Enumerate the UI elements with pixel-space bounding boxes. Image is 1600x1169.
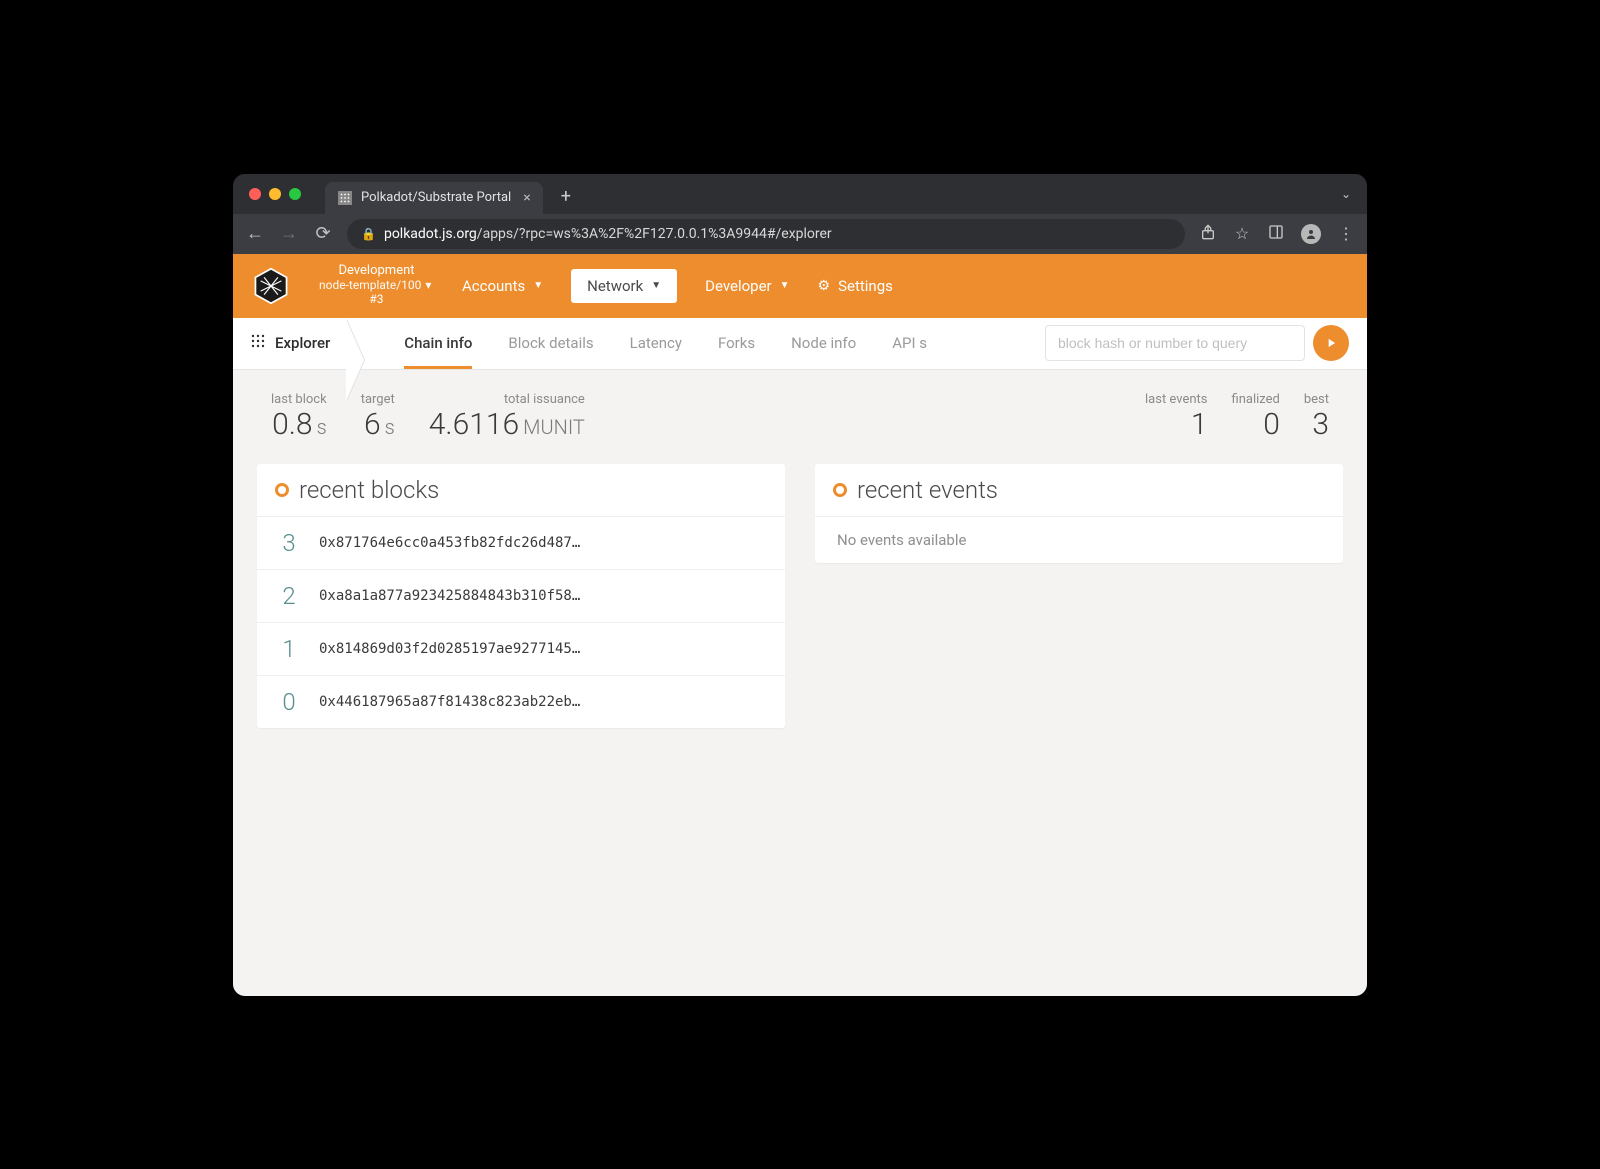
breadcrumb[interactable]: Explorer [251,334,354,352]
search-go-button[interactable] [1313,325,1349,361]
block-row[interactable]: 3 0x871764e6cc0a453fb82fdc26d487… [257,517,785,570]
menu-icon[interactable]: ⋮ [1337,224,1355,243]
chevron-down-icon: ▼ [533,280,543,291]
window-close-button[interactable] [249,188,261,200]
favicon-icon [337,190,353,206]
tab-block-details[interactable]: Block details [508,318,593,369]
stat-target: target 6s [361,392,395,442]
new-tab-button[interactable]: + [561,186,571,207]
block-row[interactable]: 1 0x814869d03f2d0285197ae9277145… [257,623,785,676]
chevron-down-icon: ▾ [425,279,431,293]
block-row[interactable]: 2 0xa8a1a877a923425884843b310f58… [257,570,785,623]
empty-state: No events available [815,517,1343,563]
chevron-down-icon: ▼ [651,280,661,291]
url-text: polkadot.js.org/apps/?rpc=ws%3A%2F%2F127… [384,226,832,242]
sub-tabs: Chain info Block details Latency Forks N… [404,318,927,369]
forward-button[interactable]: → [279,223,299,244]
chevron-down-icon: ▼ [780,280,790,291]
block-hash: 0x871764e6cc0a453fb82fdc26d487… [319,535,580,551]
bookmark-icon[interactable]: ☆ [1233,224,1251,243]
app-body: Development node-template/100 ▾ #3 Accoun… [233,254,1367,996]
card-header: recent events [815,464,1343,517]
panel-icon[interactable] [1267,224,1285,244]
tab-node-info[interactable]: Node info [791,318,856,369]
tab-forks[interactable]: Forks [718,318,755,369]
play-icon [1324,336,1338,350]
browser-window: Polkadot/Substrate Portal × + ⌄ ← → ⟳ 🔒 … [233,174,1367,996]
block-hash: 0x446187965a87f81438c823ab22eb… [319,694,580,710]
tab-chain-info[interactable]: Chain info [404,318,472,369]
stat-best: best 3 [1304,392,1329,442]
recent-blocks-card: recent blocks 3 0x871764e6cc0a453fb82fdc… [257,464,785,728]
bullet-icon [833,483,847,497]
chain-block-num: #3 [319,293,434,307]
back-button[interactable]: ← [245,223,265,244]
nav-settings[interactable]: ⚙ Settings [818,277,893,295]
stats-row: last block 0.8s target 6s total issuance… [233,370,1367,454]
traffic-lights [249,188,301,200]
profile-avatar[interactable] [1301,224,1321,244]
browser-tab[interactable]: Polkadot/Substrate Portal × [325,182,543,214]
block-number: 1 [279,635,299,663]
block-number: 2 [279,582,299,610]
block-hash: 0x814869d03f2d0285197ae9277145… [319,641,580,657]
block-hash: 0xa8a1a877a923425884843b310f58… [319,588,580,604]
chain-logo[interactable] [251,266,291,306]
card-title: recent blocks [299,476,439,504]
tabs-overflow-icon[interactable]: ⌄ [1341,187,1351,201]
titlebar: Polkadot/Substrate Portal × + ⌄ [233,174,1367,214]
block-number: 3 [279,529,299,557]
stat-last-events: last events 1 [1145,392,1207,442]
close-tab-icon[interactable]: × [523,190,530,206]
app-topnav: Development node-template/100 ▾ #3 Accoun… [233,254,1367,318]
gear-icon: ⚙ [818,278,831,294]
tab-latency[interactable]: Latency [630,318,682,369]
address-bar[interactable]: 🔒 polkadot.js.org/apps/?rpc=ws%3A%2F%2F1… [347,219,1185,249]
recent-events-card: recent events No events available [815,464,1343,563]
cards-row: recent blocks 3 0x871764e6cc0a453fb82fdc… [233,454,1367,728]
nav-accounts[interactable]: Accounts ▼ [462,277,543,295]
sub-nav: Explorer Chain info Block details Latenc… [233,318,1367,370]
url-toolbar: ← → ⟳ 🔒 polkadot.js.org/apps/?rpc=ws%3A%… [233,214,1367,254]
card-header: recent blocks [257,464,785,517]
toolbar-right: ☆ ⋮ [1199,224,1355,244]
chain-selector[interactable]: Development node-template/100 ▾ #3 [319,264,434,307]
nav-network[interactable]: Network ▼ [571,269,677,303]
block-row[interactable]: 0 0x446187965a87f81438c823ab22eb… [257,676,785,728]
card-title: recent events [857,476,998,504]
search-box [1045,325,1349,361]
window-zoom-button[interactable] [289,188,301,200]
breadcrumb-label: Explorer [275,334,330,352]
share-icon[interactable] [1199,224,1217,244]
stat-total-issuance: total issuance 4.6116MUNIT [429,392,585,442]
grid-icon [251,334,265,352]
node-version: node-template/100 [319,279,421,293]
stat-finalized: finalized 0 [1231,392,1279,442]
block-search-input[interactable] [1045,325,1305,361]
window-minimize-button[interactable] [269,188,281,200]
lock-icon: 🔒 [361,227,376,241]
tab-title: Polkadot/Substrate Portal [361,190,511,205]
stat-last-block: last block 0.8s [271,392,327,442]
bullet-icon [275,483,289,497]
block-number: 0 [279,688,299,716]
nav-developer[interactable]: Developer ▼ [705,277,789,295]
reload-button[interactable]: ⟳ [313,223,333,244]
tab-api[interactable]: API s [892,318,927,369]
chain-name: Development [338,264,414,279]
